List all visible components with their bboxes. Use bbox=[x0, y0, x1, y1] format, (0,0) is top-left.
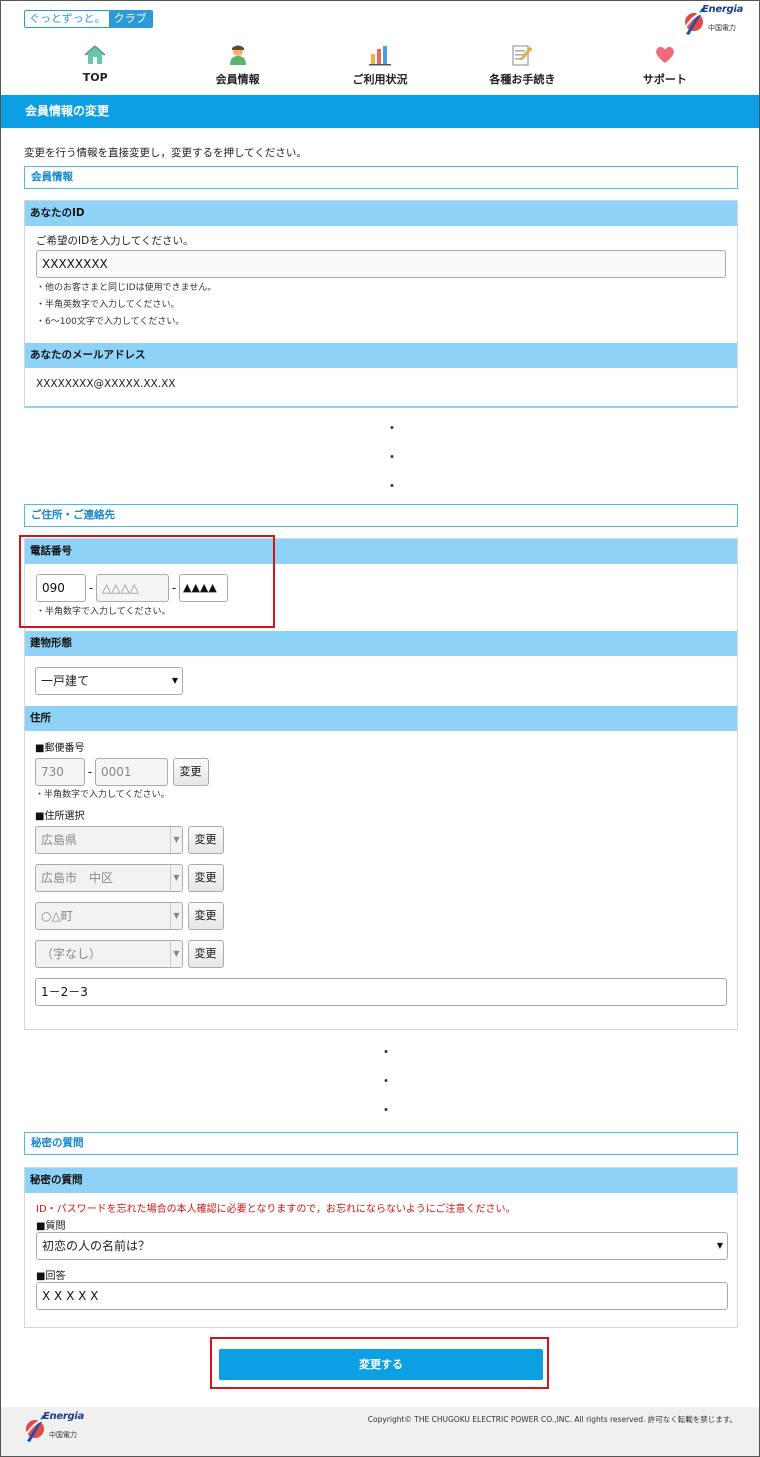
nav-label: 各種お手続き bbox=[489, 73, 556, 86]
secret-heading: 秘密の質問 bbox=[25, 1168, 737, 1193]
chevron-down-icon: ▼ bbox=[170, 903, 182, 929]
id-note: ・半角英数字で入力してください。 bbox=[36, 300, 180, 310]
home-icon bbox=[84, 45, 106, 64]
email-heading: あなたのメールアドレス bbox=[25, 343, 737, 368]
id-input[interactable]: XXXXXXXX bbox=[36, 250, 726, 278]
highlight-submit bbox=[210, 1337, 549, 1389]
section-title-secret: 秘密の質問 bbox=[24, 1132, 738, 1155]
question-select[interactable]: 初恋の人の名前は？ ▼ bbox=[36, 1232, 728, 1260]
answer-input[interactable]: X X X X X bbox=[36, 1282, 728, 1310]
nav-item-member[interactable]: 会員情報 bbox=[166, 44, 308, 94]
nav-label: ご利用状況 bbox=[352, 73, 408, 86]
page-title: 会員情報の変更 bbox=[1, 95, 759, 128]
ellipsis-dots: ・・・ bbox=[379, 1045, 393, 1119]
address-heading: 住所 bbox=[25, 706, 737, 731]
heart-icon bbox=[655, 46, 674, 63]
ellipsis-dots: ・・・ bbox=[385, 421, 399, 495]
building-heading: 建物形態 bbox=[25, 631, 737, 656]
brand-name-en: Energia bbox=[43, 1411, 84, 1422]
email-value: XXXXXXXX@XXXXX.XX.XX bbox=[36, 378, 176, 390]
postal-note: ・半角数字で入力してください。 bbox=[35, 790, 170, 800]
city-select[interactable]: 広島市 中区 ▼ bbox=[35, 864, 183, 892]
section-title-contact: ご住所・ご連絡先 bbox=[24, 504, 738, 527]
prefecture-select[interactable]: 広島県 ▼ bbox=[35, 826, 183, 854]
postal-part-1[interactable]: 730 bbox=[35, 758, 85, 786]
brand-name-jp: 中国電力 bbox=[49, 1431, 77, 1439]
id-heading: あなたのID bbox=[25, 201, 737, 226]
chart-icon bbox=[369, 46, 392, 66]
id-note: ・6～100文字で入力してください。 bbox=[36, 317, 185, 327]
club-logo-text: ぐっとずっと。 bbox=[25, 11, 109, 27]
secret-panel: 秘密の質問 ID・パスワードを忘れた場合の本人確認に必要となりますので，お忘れに… bbox=[24, 1167, 738, 1328]
town-change-button[interactable]: 変更 bbox=[187, 902, 224, 930]
highlight-phone bbox=[19, 535, 275, 628]
footer: Energia 中国電力 Copyright© THE CHUGOKU ELEC… bbox=[1, 1407, 759, 1456]
nav-item-usage[interactable]: ご利用状況 bbox=[309, 44, 451, 94]
chevron-down-icon: ▼ bbox=[716, 1241, 724, 1250]
answer-label: ■回答 bbox=[36, 1271, 66, 1282]
form-icon bbox=[512, 45, 533, 66]
nav-label: サポート bbox=[642, 73, 687, 86]
nav-item-support[interactable]: サポート bbox=[594, 44, 736, 94]
intro-text: 変更を行う情報を直接変更し，変更するを押してください。 bbox=[24, 147, 307, 159]
secret-warning: ID・パスワードを忘れた場合の本人確認に必要となりますので，お忘れにならないよう… bbox=[36, 1204, 516, 1215]
id-note: ・他のお客さまと同じIDは使用できません。 bbox=[36, 283, 217, 293]
section-title-member: 会員情報 bbox=[24, 166, 738, 189]
city-change-button[interactable]: 変更 bbox=[187, 864, 224, 892]
nav-item-procedures[interactable]: 各種お手続き bbox=[451, 44, 593, 94]
main-nav: TOP 会員情報 ご利用状況 各種お手続き サポート bbox=[24, 44, 736, 94]
chevron-down-icon: ▼ bbox=[170, 827, 182, 853]
building-select[interactable]: 一戸建て ▼ bbox=[35, 667, 183, 695]
copyright: Copyright© THE CHUGOKU ELECTRIC POWER CO… bbox=[367, 1415, 737, 1424]
chevron-down-icon: ▼ bbox=[170, 865, 182, 891]
nav-label: TOP bbox=[82, 71, 108, 84]
member-icon bbox=[229, 45, 246, 65]
member-panel: あなたのID ご希望のIDを入力してください。 XXXXXXXX ・他のお客さま… bbox=[24, 200, 738, 408]
energia-logo[interactable]: Energia 中国電力 bbox=[684, 4, 743, 36]
brand-name-en: Energia bbox=[702, 4, 743, 15]
nav-item-top[interactable]: TOP bbox=[24, 44, 166, 94]
id-prompt: ご希望のIDを入力してください。 bbox=[36, 235, 194, 247]
question-label: ■質問 bbox=[36, 1221, 66, 1232]
chevron-down-icon: ▼ bbox=[170, 941, 182, 967]
town-select[interactable]: ○△町 ▼ bbox=[35, 902, 183, 930]
aza-change-button[interactable]: 変更 bbox=[187, 940, 224, 968]
address-select-label: ■住所選択 bbox=[35, 811, 85, 822]
club-logo-text-accent: クラブ bbox=[108, 11, 152, 27]
postal-dash: - bbox=[87, 765, 93, 779]
postal-change-button[interactable]: 変更 bbox=[172, 758, 209, 786]
footer-energia-logo[interactable]: Energia 中国電力 bbox=[25, 1411, 84, 1443]
aza-select[interactable]: （字なし） ▼ bbox=[35, 940, 183, 968]
brand-name-jp: 中国電力 bbox=[708, 24, 736, 32]
nav-label: 会員情報 bbox=[215, 73, 260, 86]
address-detail-input[interactable]: 1－2－3 bbox=[35, 978, 727, 1006]
postal-part-2[interactable]: 0001 bbox=[95, 758, 168, 786]
prefecture-change-button[interactable]: 変更 bbox=[187, 826, 224, 854]
postal-label: ■郵便番号 bbox=[35, 743, 85, 754]
chevron-down-icon: ▼ bbox=[171, 676, 179, 685]
club-logo[interactable]: ぐっとずっと。 クラブ bbox=[24, 10, 153, 28]
